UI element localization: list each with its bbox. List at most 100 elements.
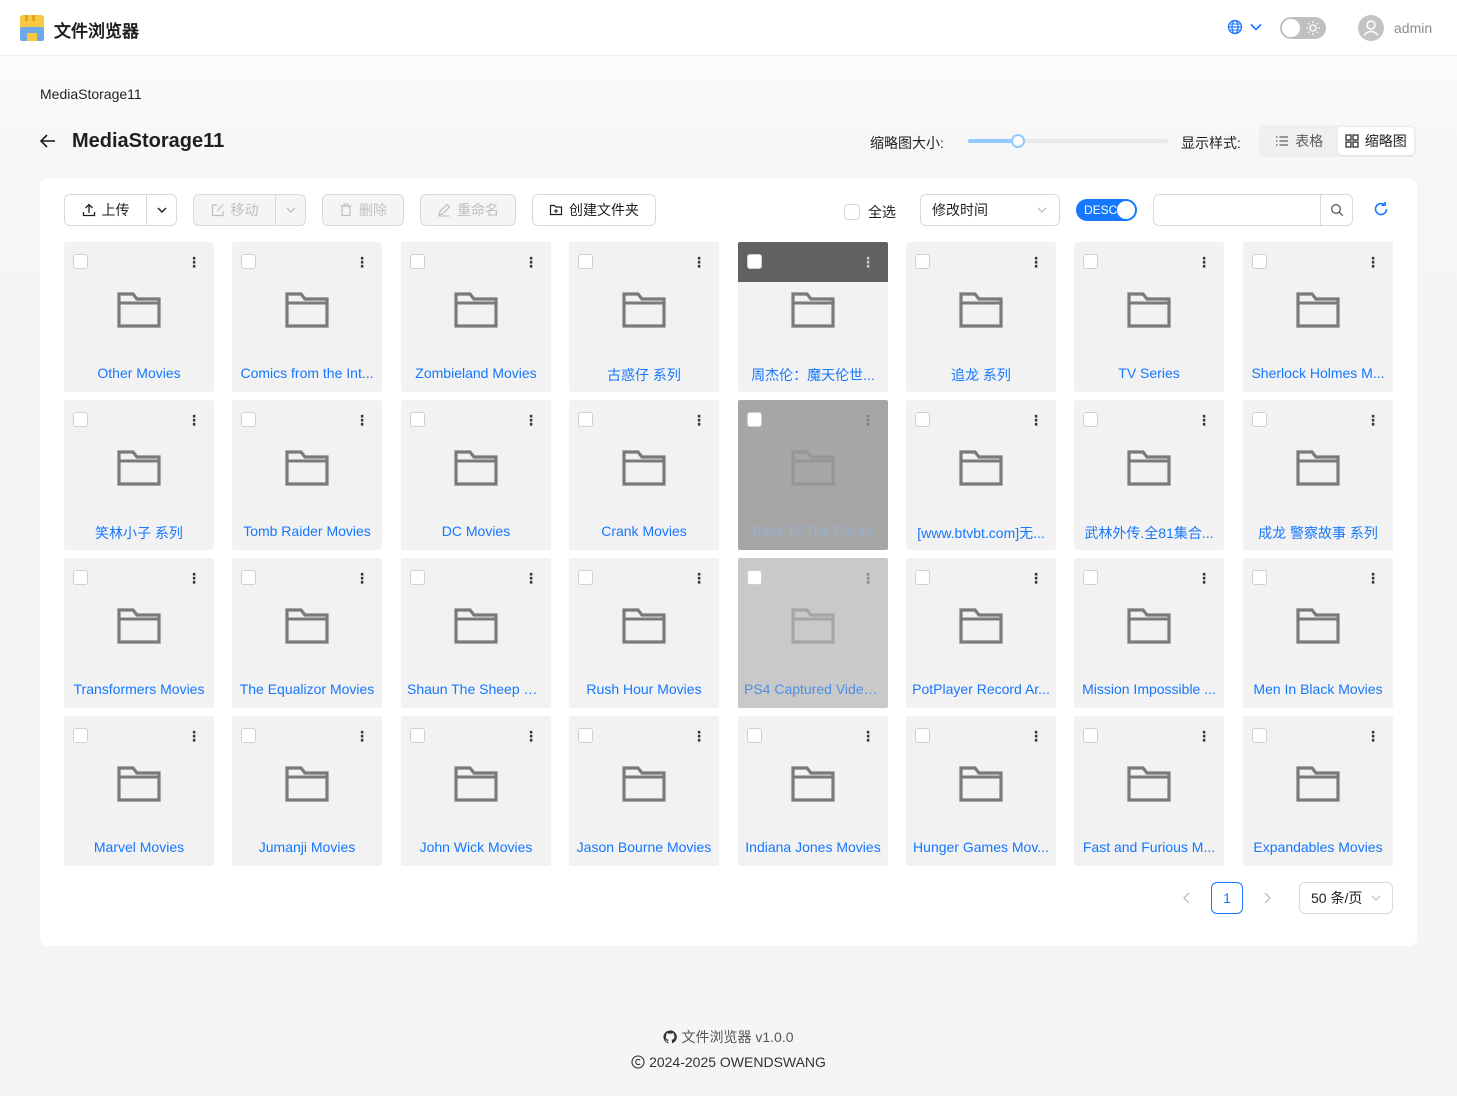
- tile-checkbox[interactable]: [1252, 254, 1267, 269]
- tile-checkbox[interactable]: [73, 728, 88, 743]
- more-vertical-icon[interactable]: ⋮: [691, 570, 707, 586]
- folder-name[interactable]: Jason Bourne Movies: [575, 839, 713, 855]
- more-vertical-icon[interactable]: ⋮: [860, 254, 876, 270]
- folder-name[interactable]: DC Movies: [407, 523, 545, 539]
- tile-checkbox[interactable]: [1252, 570, 1267, 585]
- more-vertical-icon[interactable]: ⋮: [186, 412, 202, 428]
- more-vertical-icon[interactable]: ⋮: [1365, 728, 1381, 744]
- folder-tile[interactable]: ⋮ [www.btvbt.com]无...: [906, 400, 1056, 550]
- search-button[interactable]: [1320, 194, 1353, 226]
- more-vertical-icon[interactable]: ⋮: [1196, 570, 1212, 586]
- tile-checkbox[interactable]: [578, 254, 593, 269]
- tile-checkbox[interactable]: [241, 412, 256, 427]
- tile-checkbox[interactable]: [241, 570, 256, 585]
- folder-tile[interactable]: ⋮ Jumanji Movies: [232, 716, 382, 866]
- tile-checkbox[interactable]: [1083, 570, 1098, 585]
- folder-name[interactable]: Zombieland Movies: [407, 365, 545, 381]
- folder-tile[interactable]: ⋮ 笑林小子 系列: [64, 400, 214, 550]
- folder-tile[interactable]: ⋮ Sherlock Holmes M...: [1243, 242, 1393, 392]
- tile-checkbox[interactable]: [578, 412, 593, 427]
- tile-checkbox[interactable]: [241, 254, 256, 269]
- folder-tile[interactable]: ⋮ TV Series: [1074, 242, 1224, 392]
- tile-checkbox[interactable]: [1083, 728, 1098, 743]
- pagination-next-icon[interactable]: [1259, 890, 1275, 906]
- folder-name[interactable]: Mission Impossible ...: [1080, 681, 1218, 697]
- tile-checkbox[interactable]: [1252, 412, 1267, 427]
- create-folder-button[interactable]: 创建文件夹: [532, 194, 656, 226]
- folder-name[interactable]: Other Movies: [70, 365, 208, 381]
- more-vertical-icon[interactable]: ⋮: [523, 412, 539, 428]
- folder-name[interactable]: Hunger Games Mov...: [912, 839, 1050, 855]
- tile-checkbox[interactable]: [747, 254, 762, 269]
- folder-name[interactable]: 周杰伦：魔天伦世...: [744, 365, 882, 385]
- folder-tile[interactable]: ⋮ DC Movies: [401, 400, 551, 550]
- folder-name[interactable]: Indiana Jones Movies: [744, 839, 882, 855]
- theme-toggle[interactable]: [1280, 17, 1326, 39]
- more-vertical-icon[interactable]: ⋮: [354, 412, 370, 428]
- checkbox-box[interactable]: [844, 204, 860, 220]
- folder-name[interactable]: Back To The Future: [744, 523, 882, 539]
- folder-name[interactable]: John Wick Movies: [407, 839, 545, 855]
- folder-tile[interactable]: ⋮ Zombieland Movies: [401, 242, 551, 392]
- language-selector[interactable]: [1227, 19, 1263, 35]
- folder-tile[interactable]: ⋮ 周杰伦：魔天伦世...: [738, 242, 888, 392]
- folder-tile[interactable]: ⋮ Jason Bourne Movies: [569, 716, 719, 866]
- more-vertical-icon[interactable]: ⋮: [523, 254, 539, 270]
- tile-checkbox[interactable]: [1083, 412, 1098, 427]
- more-vertical-icon[interactable]: ⋮: [1028, 254, 1044, 270]
- more-vertical-icon[interactable]: ⋮: [860, 728, 876, 744]
- folder-tile[interactable]: ⋮ Shaun The Sheep M...: [401, 558, 551, 708]
- folder-tile[interactable]: ⋮ Other Movies: [64, 242, 214, 392]
- folder-tile[interactable]: ⋮ Transformers Movies: [64, 558, 214, 708]
- more-vertical-icon[interactable]: ⋮: [1365, 570, 1381, 586]
- tile-checkbox[interactable]: [410, 570, 425, 585]
- folder-tile[interactable]: ⋮ 成龙 警察故事 系列: [1243, 400, 1393, 550]
- folder-name[interactable]: 追龙 系列: [912, 365, 1050, 385]
- more-vertical-icon[interactable]: ⋮: [1028, 570, 1044, 586]
- tile-checkbox[interactable]: [578, 728, 593, 743]
- avatar[interactable]: [1358, 15, 1384, 41]
- view-mode-thumbnail[interactable]: 缩略图: [1337, 127, 1414, 155]
- folder-name[interactable]: Marvel Movies: [70, 839, 208, 855]
- folder-tile[interactable]: ⋮ Back To The Future: [738, 400, 888, 550]
- more-vertical-icon[interactable]: ⋮: [1196, 412, 1212, 428]
- slider-handle[interactable]: [1011, 134, 1025, 148]
- folder-name[interactable]: Expandables Movies: [1249, 839, 1387, 855]
- folder-name[interactable]: Sherlock Holmes M...: [1249, 365, 1387, 381]
- folder-tile[interactable]: ⋮ 追龙 系列: [906, 242, 1056, 392]
- page-size-select[interactable]: 50 条/页: [1299, 882, 1393, 914]
- folder-name[interactable]: Crank Movies: [575, 523, 713, 539]
- tile-checkbox[interactable]: [1083, 254, 1098, 269]
- breadcrumb[interactable]: MediaStorage11: [40, 86, 142, 102]
- folder-tile[interactable]: ⋮ Men In Black Movies: [1243, 558, 1393, 708]
- folder-tile[interactable]: ⋮ Indiana Jones Movies: [738, 716, 888, 866]
- folder-tile[interactable]: ⋮ The Equalizor Movies: [232, 558, 382, 708]
- more-vertical-icon[interactable]: ⋮: [1196, 728, 1212, 744]
- tile-checkbox[interactable]: [410, 254, 425, 269]
- tile-checkbox[interactable]: [915, 728, 930, 743]
- move-button[interactable]: 移动: [193, 194, 276, 226]
- more-vertical-icon[interactable]: ⋮: [691, 728, 707, 744]
- folder-name[interactable]: 成龙 警察故事 系列: [1249, 523, 1387, 543]
- tile-checkbox[interactable]: [410, 728, 425, 743]
- tile-checkbox[interactable]: [241, 728, 256, 743]
- tile-checkbox[interactable]: [73, 570, 88, 585]
- pagination-prev-icon[interactable]: [1179, 890, 1195, 906]
- move-dropdown-button[interactable]: [275, 194, 306, 226]
- tile-checkbox[interactable]: [747, 570, 762, 585]
- refresh-icon[interactable]: [1372, 200, 1390, 218]
- tile-checkbox[interactable]: [578, 570, 593, 585]
- thumb-size-slider[interactable]: [968, 132, 1168, 148]
- more-vertical-icon[interactable]: ⋮: [691, 254, 707, 270]
- folder-tile[interactable]: ⋮ Marvel Movies: [64, 716, 214, 866]
- more-vertical-icon[interactable]: ⋮: [860, 570, 876, 586]
- folder-name[interactable]: Comics from the Int...: [238, 365, 376, 381]
- folder-name[interactable]: 笑林小子 系列: [70, 523, 208, 543]
- folder-name[interactable]: Jumanji Movies: [238, 839, 376, 855]
- folder-tile[interactable]: ⋮ Hunger Games Mov...: [906, 716, 1056, 866]
- more-vertical-icon[interactable]: ⋮: [186, 254, 202, 270]
- more-vertical-icon[interactable]: ⋮: [186, 570, 202, 586]
- arrow-left-icon[interactable]: [38, 131, 58, 151]
- tile-checkbox[interactable]: [73, 254, 88, 269]
- folder-tile[interactable]: ⋮ Mission Impossible ...: [1074, 558, 1224, 708]
